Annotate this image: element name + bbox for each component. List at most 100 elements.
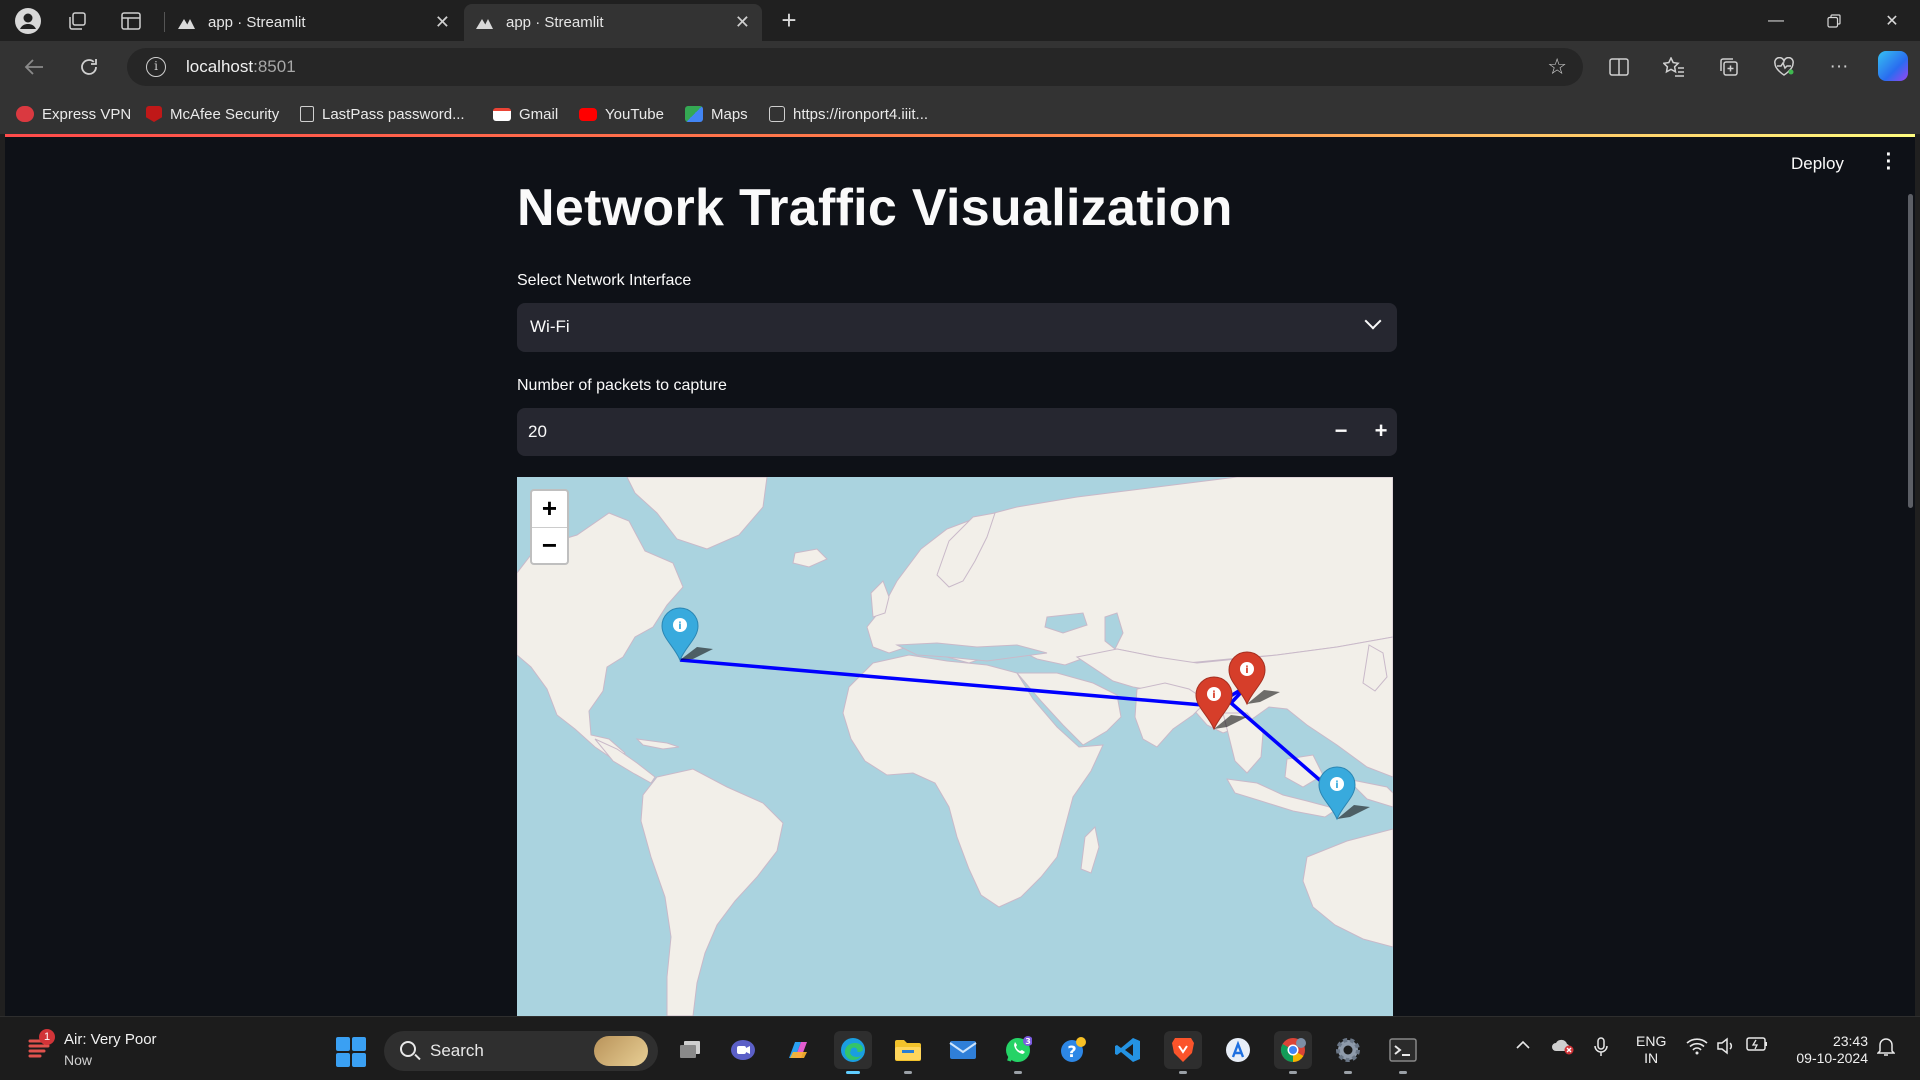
tab-app-streamlit-1[interactable]: app · Streamlit ✕ xyxy=(166,4,462,41)
close-tab-icon[interactable]: ✕ xyxy=(435,12,450,33)
url-port: :8501 xyxy=(253,57,296,76)
help-icon[interactable]: ? xyxy=(1054,1031,1092,1069)
address-bar[interactable]: i localhost:8501 ☆ xyxy=(127,48,1583,86)
collections-icon[interactable] xyxy=(1714,52,1744,82)
browser-essentials-icon[interactable] xyxy=(1769,52,1799,82)
close-window-button[interactable]: ✕ xyxy=(1864,0,1920,41)
gmail-icon xyxy=(493,107,511,121)
region-code: IN xyxy=(1644,1050,1659,1066)
wifi-icon[interactable] xyxy=(1686,1037,1708,1060)
search-highlight-image xyxy=(594,1036,648,1066)
windows-taskbar: 1 Air: Very Poor Now Search 3 ? ENG IN 2… xyxy=(0,1016,1920,1080)
taskbar-search[interactable]: Search xyxy=(384,1031,658,1071)
caribbean-islands xyxy=(635,738,680,750)
chevron-down-icon xyxy=(1364,312,1382,330)
back-button[interactable] xyxy=(18,51,50,83)
vscode-icon[interactable] xyxy=(1109,1031,1147,1069)
split-screen-icon[interactable] xyxy=(1604,52,1634,82)
favorite-label: McAfee Security xyxy=(170,105,280,123)
volume-icon[interactable] xyxy=(1716,1037,1736,1060)
vertical-tabs-icon[interactable] xyxy=(116,6,146,36)
meet-icon[interactable] xyxy=(724,1031,762,1069)
favorite-star-icon[interactable]: ☆ xyxy=(1547,54,1567,80)
interface-value: Wi-Fi xyxy=(530,317,570,336)
youtube-icon xyxy=(579,107,597,121)
favorite-lastpass[interactable]: LastPass password... xyxy=(300,103,465,125)
language-indicator[interactable]: ENG IN xyxy=(1636,1033,1666,1067)
browser-toolbar: i localhost:8501 ☆ ··· xyxy=(0,41,1920,93)
traffic-map[interactable]: i i i i + − xyxy=(517,477,1393,1016)
chrome-icon[interactable] xyxy=(1274,1031,1312,1074)
increment-button[interactable]: + xyxy=(1361,408,1401,456)
minimize-button[interactable]: — xyxy=(1748,0,1804,41)
expressvpn-icon xyxy=(16,106,34,122)
zoom-out-button[interactable]: − xyxy=(532,527,567,563)
task-view-icon[interactable] xyxy=(671,1031,709,1069)
south-america-land xyxy=(640,768,784,1016)
document-icon xyxy=(300,106,314,122)
favorite-label: LastPass password... xyxy=(322,105,465,123)
restore-button[interactable] xyxy=(1806,0,1862,41)
favorite-maps[interactable]: Maps xyxy=(685,103,748,125)
packet-count-value[interactable]: 20 xyxy=(528,422,547,442)
streamlit-icon xyxy=(178,17,196,29)
battery-icon[interactable] xyxy=(1746,1037,1768,1056)
web-page-icon xyxy=(769,106,785,122)
copilot-app-icon[interactable] xyxy=(779,1031,817,1069)
deploy-button[interactable]: Deploy xyxy=(1791,154,1844,174)
url-text[interactable]: localhost:8501 xyxy=(186,57,296,77)
workspaces-icon[interactable] xyxy=(62,6,92,36)
system-clock[interactable]: 23:43 09-10-2024 xyxy=(1788,1033,1868,1067)
brave-icon[interactable] xyxy=(1164,1031,1202,1074)
interface-label: Select Network Interface xyxy=(517,272,692,289)
tab-app-streamlit-2[interactable]: app · Streamlit ✕ xyxy=(464,4,762,41)
chevron-up-icon[interactable] xyxy=(1516,1037,1530,1055)
refresh-button[interactable] xyxy=(73,51,105,83)
terminal-icon[interactable] xyxy=(1384,1031,1422,1074)
site-info-icon[interactable]: i xyxy=(146,57,166,77)
borneo-land xyxy=(1284,754,1324,788)
whatsapp-icon[interactable]: 3 xyxy=(999,1031,1037,1074)
page-scrollbar[interactable] xyxy=(1908,194,1913,508)
favorite-mcafee-security[interactable]: McAfee Security xyxy=(146,103,279,125)
packets-label: Number of packets to capture xyxy=(517,377,727,394)
favorites-bar: Express VPN McAfee Security LastPass pas… xyxy=(0,93,1920,134)
zoom-in-button[interactable]: + xyxy=(532,491,567,527)
onedrive-sync-icon[interactable] xyxy=(1551,1037,1575,1060)
packet-count-input[interactable]: 20 − + xyxy=(517,408,1397,456)
network-interface-select[interactable]: Wi-Fi xyxy=(517,303,1397,352)
search-icon xyxy=(400,1041,416,1057)
favorite-label: Express VPN xyxy=(42,105,132,123)
map-zoom-control: + − xyxy=(530,489,569,565)
favorite-gmail[interactable]: Gmail xyxy=(493,103,558,125)
app-store-icon[interactable] xyxy=(1219,1031,1257,1069)
favorite-ironport[interactable]: https://ironport4.iiit... xyxy=(769,103,928,125)
decrement-button[interactable]: − xyxy=(1321,408,1361,456)
favorite-express-vpn[interactable]: Express VPN xyxy=(16,103,131,125)
header-decoration xyxy=(5,134,1915,137)
page-title: Network Traffic Visualization xyxy=(517,179,1233,237)
notification-bell-icon[interactable] xyxy=(1876,1037,1896,1062)
edge-icon[interactable] xyxy=(834,1031,872,1074)
new-tab-button[interactable]: + xyxy=(774,6,804,36)
windows-start-icon[interactable] xyxy=(336,1037,366,1067)
favorites-icon[interactable] xyxy=(1659,52,1689,82)
mail-icon[interactable] xyxy=(944,1031,982,1069)
profile-icon[interactable] xyxy=(13,6,43,36)
more-options-icon[interactable]: ··· xyxy=(1824,52,1854,82)
svg-text:i: i xyxy=(1245,665,1248,676)
main-menu-icon[interactable]: · · · xyxy=(1882,145,1896,179)
favorite-youtube[interactable]: YouTube xyxy=(579,103,664,125)
settings-icon[interactable] xyxy=(1329,1031,1367,1074)
maps-icon xyxy=(685,106,703,122)
svg-text:3: 3 xyxy=(1025,1037,1031,1046)
file-explorer-icon[interactable] xyxy=(889,1031,927,1074)
weather-subtitle: Now xyxy=(64,1052,93,1068)
microphone-icon[interactable] xyxy=(1594,1037,1608,1062)
close-tab-icon[interactable]: ✕ xyxy=(735,12,750,33)
notification-badge: 1 xyxy=(39,1029,55,1045)
favorite-label: YouTube xyxy=(605,105,664,123)
iceland-land xyxy=(792,548,828,568)
tab-title: app · Streamlit xyxy=(506,14,604,31)
copilot-icon[interactable] xyxy=(1878,51,1908,81)
